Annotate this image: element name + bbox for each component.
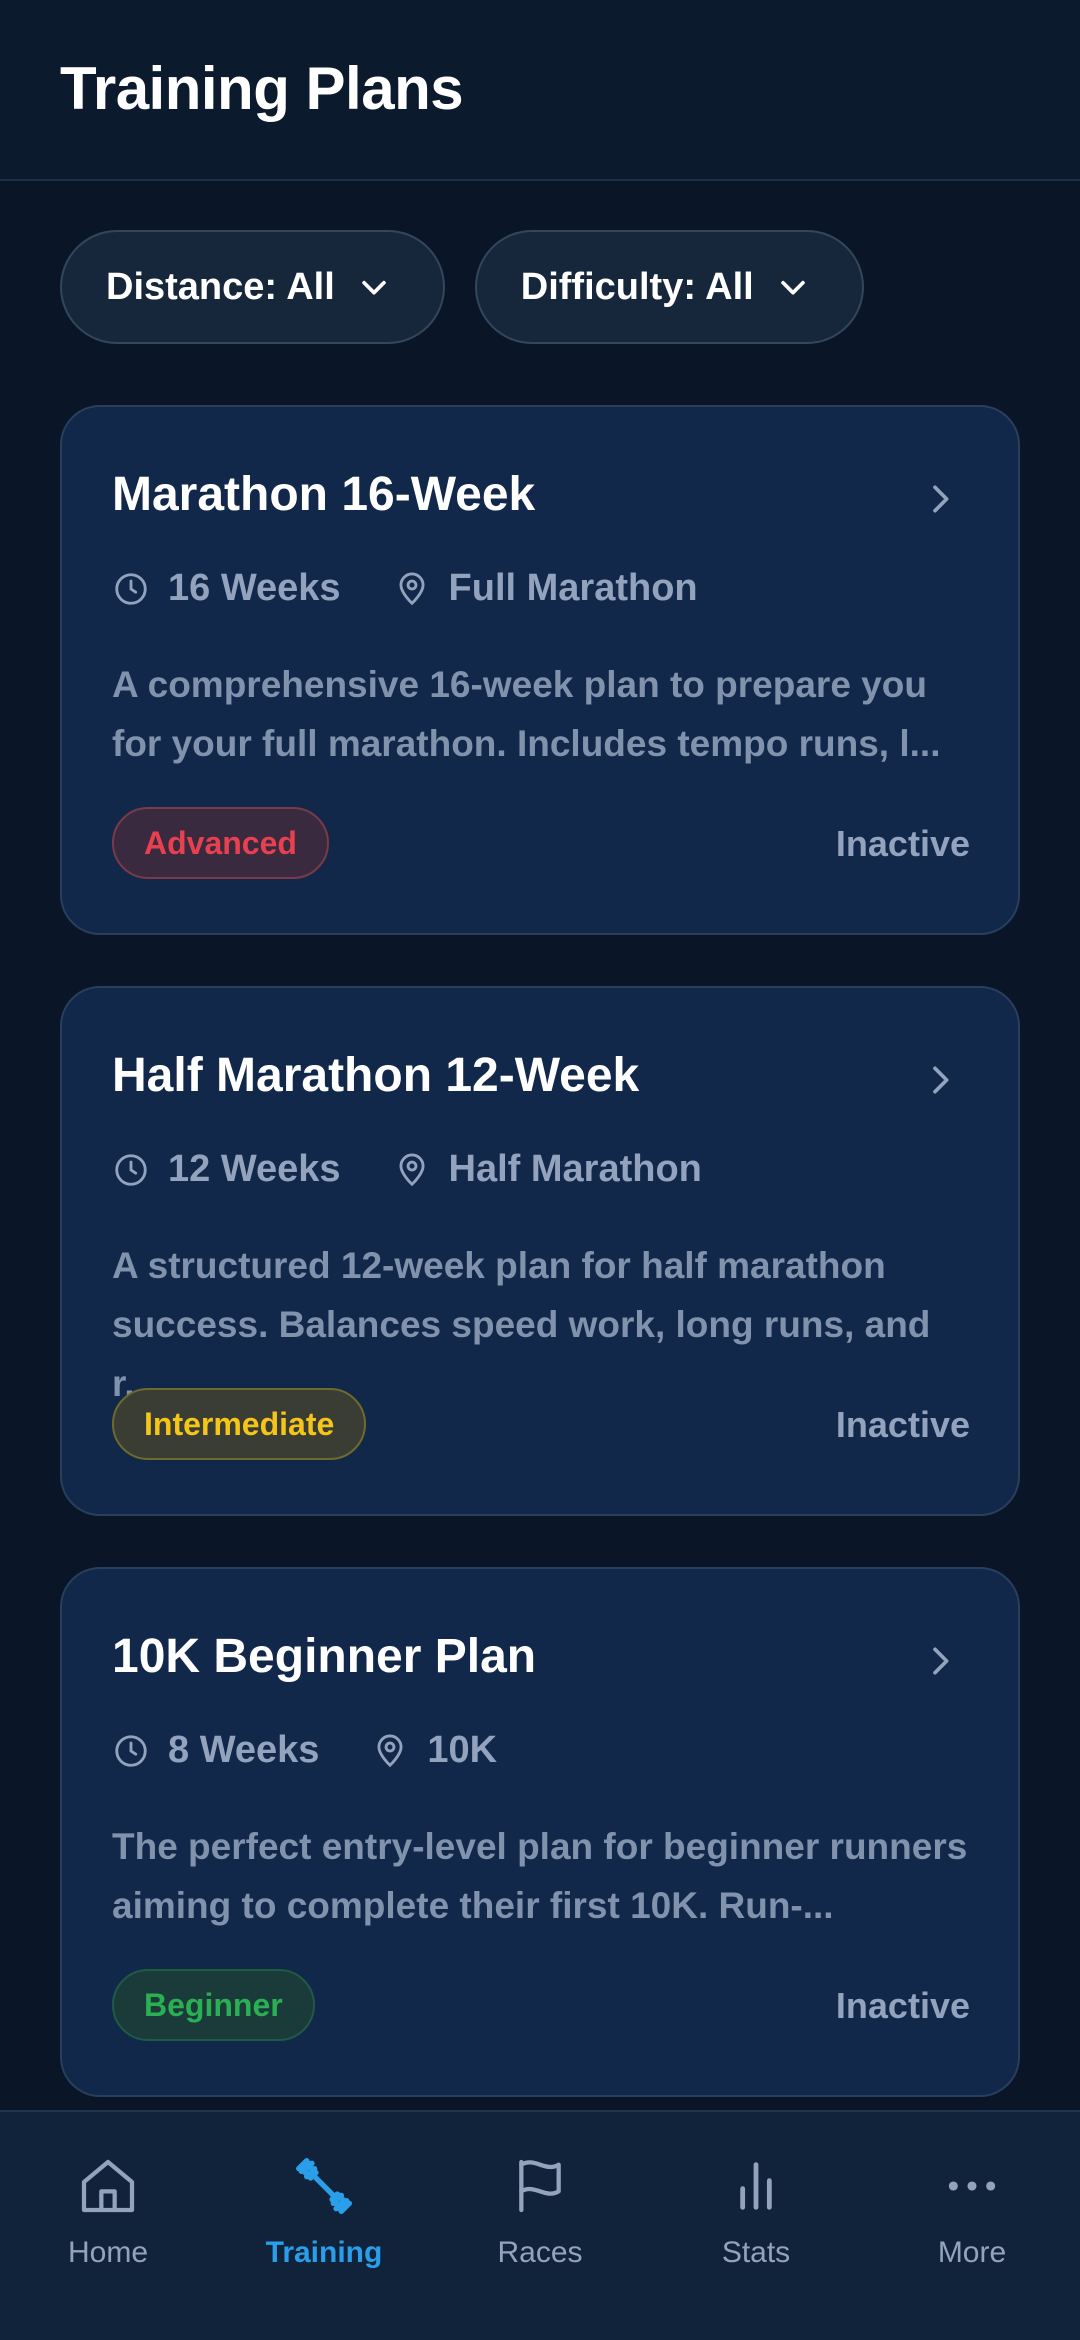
filter-bar: Distance: All Difficulty: All <box>60 230 864 344</box>
clock-icon <box>115 1734 147 1767</box>
difficulty-badge: Intermediate <box>112 1388 367 1460</box>
plan-card-marathon[interactable]: Marathon 16-Week 16 Weeks Full Marathon … <box>60 405 1020 935</box>
header: Training Plans <box>0 0 1080 181</box>
app-screen: Training Plans Distance: All Difficulty:… <box>0 0 1080 2340</box>
plan-meta: 12 Weeks Half Marathon <box>112 1148 754 1191</box>
plan-duration-text: 8 Weeks <box>168 1729 320 1771</box>
tab-more-label: More <box>937 2236 1007 2269</box>
chevron-down-icon <box>362 280 386 295</box>
dumbbell-icon <box>296 2158 352 2214</box>
distance-filter-dropdown[interactable]: Distance: All <box>60 230 445 344</box>
chevron-right-icon <box>933 485 949 513</box>
tab-stats-label: Stats <box>721 2236 791 2269</box>
page-title: Training Plans <box>60 55 464 122</box>
tab-home-label: Home <box>67 2236 149 2269</box>
plan-meta: 8 Weeks 10K <box>112 1729 549 1772</box>
bar-chart-icon <box>740 2162 772 2210</box>
plan-duration-text: 12 Weeks <box>168 1148 341 1190</box>
plan-duration: 16 Weeks <box>112 567 341 610</box>
plan-title: Half Marathon 12-Week <box>112 1049 640 1102</box>
tab-races-label: Races <box>497 2236 583 2269</box>
plan-status: Inactive <box>835 823 970 864</box>
plan-status: Inactive <box>835 1404 970 1445</box>
tab-home[interactable]: Home <box>0 2112 216 2340</box>
chevron-right-icon <box>933 1647 949 1675</box>
tab-more[interactable]: More <box>864 2112 1080 2340</box>
chevron-right-icon <box>933 1066 949 1094</box>
plan-distance: Full Marathon <box>393 567 698 610</box>
plan-meta: 16 Weeks Full Marathon <box>112 567 750 610</box>
plan-title: Marathon 16-Week <box>112 468 536 521</box>
location-pin-icon <box>399 1153 425 1186</box>
plan-description: A structured 12-week plan for half marat… <box>112 1245 931 1404</box>
plan-duration-text: 16 Weeks <box>168 567 341 609</box>
plan-distance-text: 10K <box>427 1729 498 1771</box>
clock-icon <box>115 572 147 605</box>
tab-races[interactable]: Races <box>432 2112 648 2340</box>
distance-filter-label: Distance: All <box>106 265 335 308</box>
location-pin-icon <box>377 1734 403 1767</box>
chevron-down-icon <box>780 280 805 295</box>
plan-duration: 12 Weeks <box>112 1148 341 1191</box>
difficulty-filter-dropdown[interactable]: Difficulty: All <box>474 230 864 344</box>
plan-distance-text: Full Marathon <box>448 567 698 609</box>
plan-description: A comprehensive 16-week plan to prepare … <box>112 664 941 764</box>
clock-icon <box>115 1153 147 1186</box>
plan-distance: 10K <box>371 1729 497 1772</box>
tab-training-label: Training <box>265 2236 383 2269</box>
plan-distance-text: Half Marathon <box>448 1148 702 1190</box>
tab-stats[interactable]: Stats <box>648 2112 864 2340</box>
home-icon <box>81 2159 135 2213</box>
tab-training[interactable]: Training <box>216 2112 432 2340</box>
more-dots-icon <box>948 2181 996 2191</box>
plan-duration: 8 Weeks <box>112 1729 319 1772</box>
plan-card-half-marathon[interactable]: Half Marathon 12-Week 12 Weeks Half Mara… <box>60 986 1020 1516</box>
plan-title: 10K Beginner Plan <box>112 1630 537 1683</box>
plan-status: Inactive <box>835 1985 970 2026</box>
flag-icon <box>519 2159 561 2213</box>
bottom-tab-bar: Home Training Races Stats More <box>0 2110 1080 2340</box>
plan-description: The perfect entry-level plan for beginne… <box>112 1826 968 1926</box>
difficulty-badge: Beginner <box>112 1969 315 2041</box>
difficulty-filter-label: Difficulty: All <box>520 265 754 308</box>
location-pin-icon <box>399 572 425 605</box>
difficulty-badge: Advanced <box>112 807 329 879</box>
plan-card-10k-beginner[interactable]: 10K Beginner Plan 8 Weeks 10K The perfec… <box>60 1567 1020 2097</box>
plan-distance: Half Marathon <box>393 1148 702 1191</box>
